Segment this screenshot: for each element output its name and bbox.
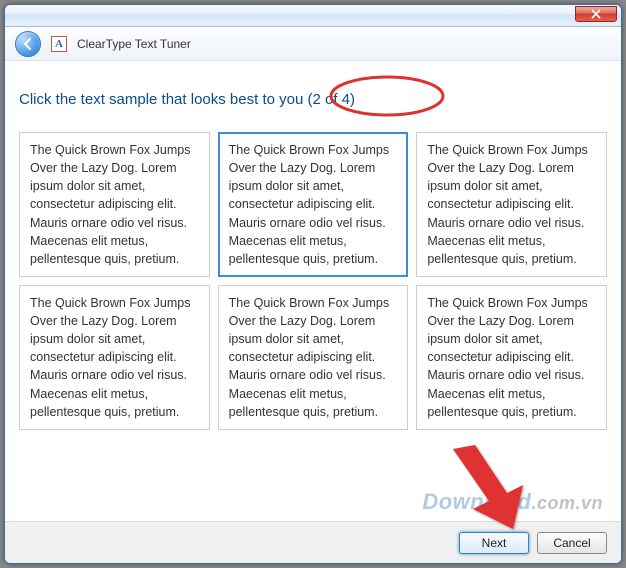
cancel-button[interactable]: Cancel — [537, 532, 607, 554]
watermark: Download.com.vn — [422, 489, 603, 515]
titlebar — [5, 5, 621, 27]
back-button[interactable] — [15, 31, 41, 57]
sample-grid: The Quick Brown Fox Jumps Over the Lazy … — [19, 132, 607, 430]
instruction-text: Click the text sample that looks best to… — [19, 91, 307, 108]
close-icon — [591, 9, 601, 19]
watermark-brand: Download — [422, 489, 531, 514]
back-arrow-icon — [21, 37, 35, 51]
app-title: ClearType Text Tuner — [77, 37, 191, 51]
text-sample-5[interactable]: The Quick Brown Fox Jumps Over the Lazy … — [218, 285, 409, 430]
text-sample-2[interactable]: The Quick Brown Fox Jumps Over the Lazy … — [218, 132, 409, 277]
text-sample-3[interactable]: The Quick Brown Fox Jumps Over the Lazy … — [416, 132, 607, 277]
content-area: Click the text sample that looks best to… — [5, 61, 621, 430]
instruction-heading: Click the text sample that looks best to… — [19, 91, 607, 108]
navbar: A ClearType Text Tuner — [5, 27, 621, 61]
footer-button-bar: Next Cancel — [5, 521, 621, 563]
text-sample-6[interactable]: The Quick Brown Fox Jumps Over the Lazy … — [416, 285, 607, 430]
next-annotation-arrow — [445, 443, 535, 533]
app-icon: A — [51, 36, 67, 52]
close-button[interactable] — [575, 6, 617, 22]
watermark-ext: .com.vn — [531, 493, 603, 513]
next-button[interactable]: Next — [459, 532, 529, 554]
wizard-window: A ClearType Text Tuner Click the text sa… — [4, 4, 622, 564]
text-sample-1[interactable]: The Quick Brown Fox Jumps Over the Lazy … — [19, 132, 210, 277]
text-sample-4[interactable]: The Quick Brown Fox Jumps Over the Lazy … — [19, 285, 210, 430]
step-indicator: (2 of 4) — [307, 91, 355, 108]
